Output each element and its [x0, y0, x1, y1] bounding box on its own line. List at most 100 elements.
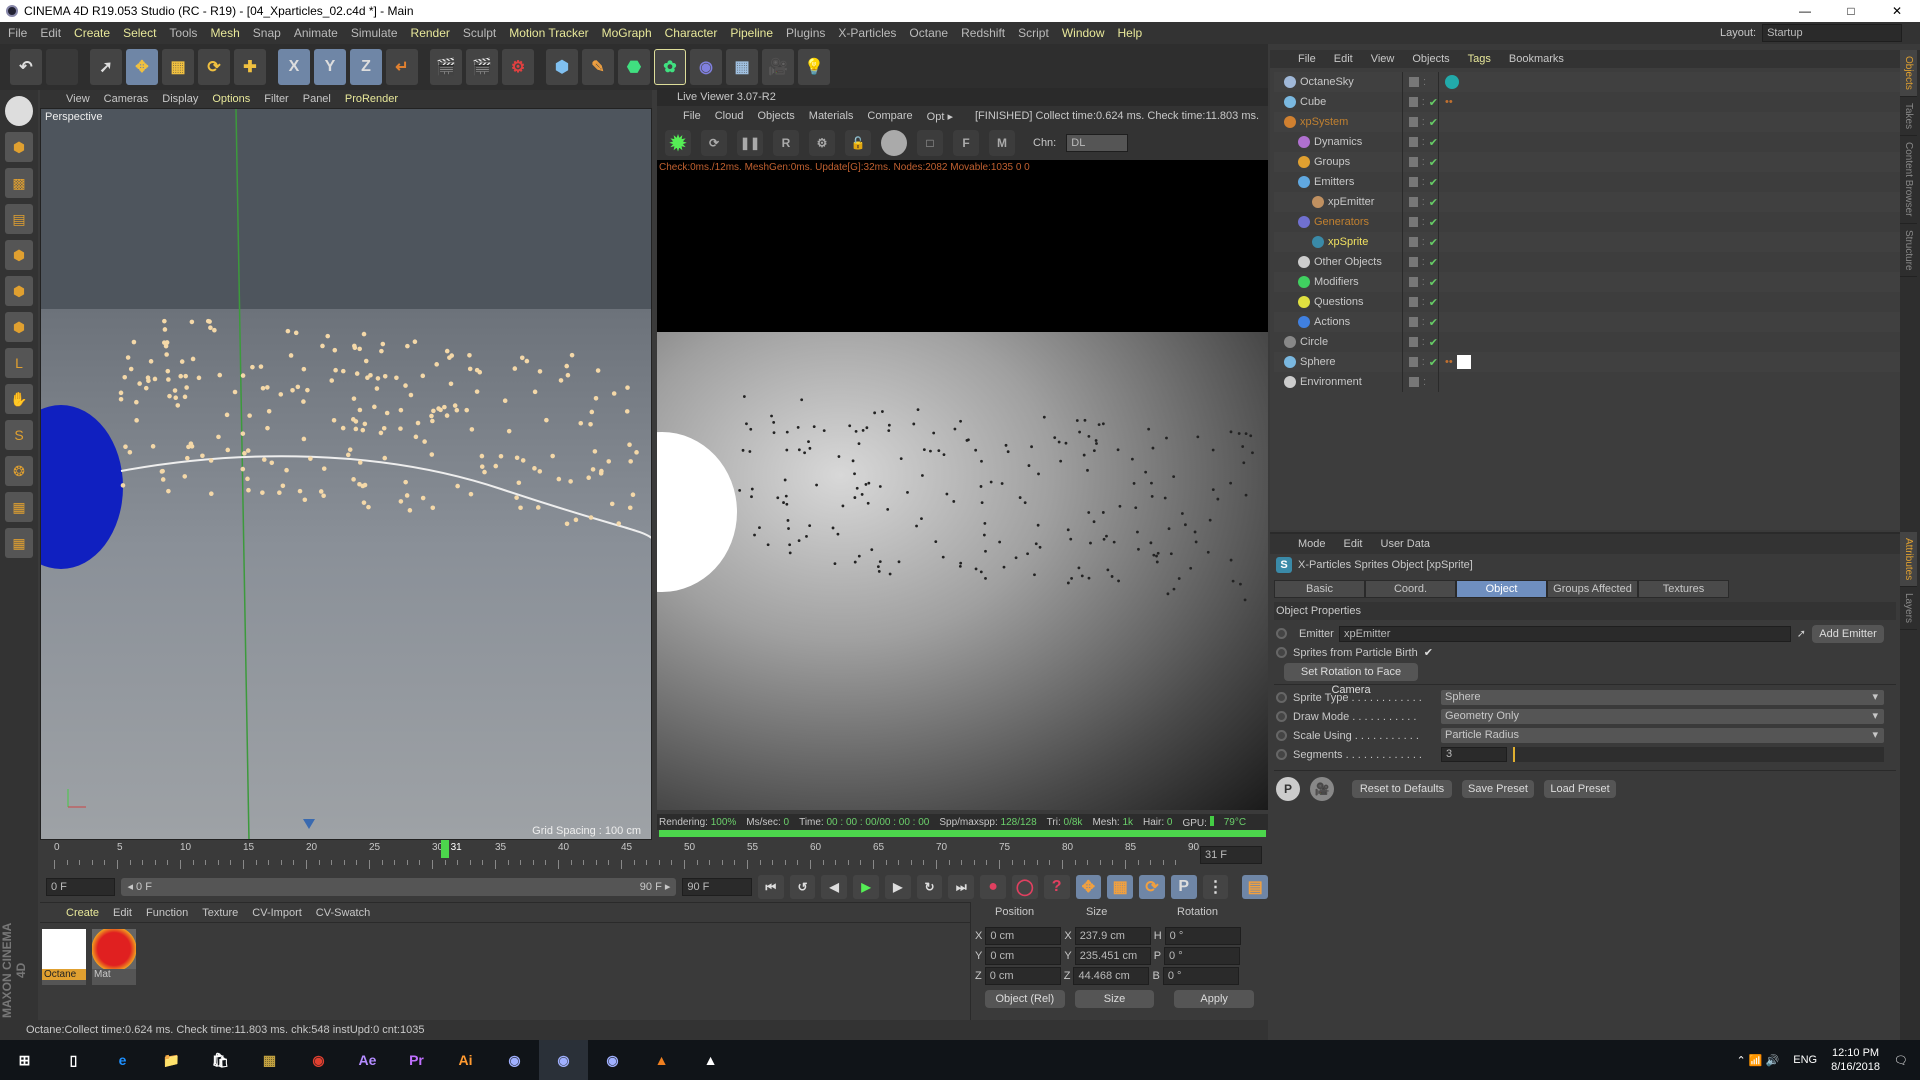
param-dropdown[interactable]: Particle Radius ▾ — [1441, 728, 1884, 743]
menu-animate[interactable]: Animate — [294, 26, 338, 40]
layer-icon[interactable] — [1409, 317, 1418, 327]
object-row-xpemitter[interactable]: xpEmitter: ✔ — [1274, 192, 1900, 212]
attribute-menu-item[interactable]: User Data — [1381, 538, 1431, 550]
object-row-emitters[interactable]: Emitters: ✔ — [1274, 172, 1900, 192]
viewport-menu-panel[interactable]: Panel — [303, 93, 331, 105]
param-dropdown[interactable]: Geometry Only ▾ — [1441, 709, 1884, 724]
enabled-check-icon[interactable]: ✔ — [1429, 316, 1438, 329]
key-position-icon[interactable]: ✥ — [1075, 875, 1102, 899]
layout-selector[interactable]: Layout: Startup — [1720, 22, 1903, 44]
channel-dropdown[interactable]: DL — [1066, 134, 1129, 152]
vlc-icon[interactable]: ▲ — [637, 1040, 686, 1080]
menu-file[interactable]: File — [8, 26, 27, 40]
param-animate-radio[interactable] — [1276, 692, 1287, 703]
visibility-dots-icon[interactable]: : — [1422, 156, 1425, 168]
visibility-dots-icon[interactable]: : — [1422, 256, 1425, 268]
viewport-menu-options[interactable]: Options — [212, 93, 250, 105]
segments-animate-radio[interactable] — [1276, 749, 1287, 760]
frame-range-slider[interactable]: ◂ 0 F 90 F ▸ — [121, 878, 677, 896]
select-arrow-icon[interactable]: ➚ — [90, 49, 122, 85]
key-pla-icon[interactable]: ⋮ — [1202, 875, 1229, 899]
close-button[interactable]: ✕ — [1874, 0, 1920, 22]
xparticles-video-icon[interactable]: 🎥 — [1310, 777, 1334, 801]
premiere-icon[interactable]: Pr — [392, 1040, 441, 1080]
object-row-modifiers[interactable]: Modifiers: ✔ — [1274, 272, 1900, 292]
key-scale-icon[interactable]: ▦ — [1107, 875, 1134, 899]
position-field[interactable]: 0 cm — [984, 967, 1061, 985]
live-viewer-menu-item[interactable]: Cloud — [715, 110, 744, 122]
enabled-check-icon[interactable]: ✔ — [1429, 296, 1438, 309]
snap-icon[interactable]: S — [5, 420, 33, 450]
param-animate-radio[interactable] — [1276, 730, 1287, 741]
visibility-dots-icon[interactable]: : — [1423, 376, 1426, 388]
tab-coord-[interactable]: Coord. — [1365, 580, 1456, 598]
layer-icon[interactable] — [1409, 117, 1418, 127]
object-row-environment[interactable]: Environment: — [1274, 372, 1900, 392]
object-row-actions[interactable]: Actions: ✔ — [1274, 312, 1900, 332]
xparticles-collider-tag-icon[interactable]: •• — [1445, 96, 1453, 108]
cinema4d-taskbar-icon-2[interactable]: ◉ — [588, 1040, 637, 1080]
visibility-dots-icon[interactable]: : — [1422, 136, 1425, 148]
size-field[interactable]: 44.468 cm — [1073, 967, 1150, 985]
keyframe-selection-icon[interactable]: ? — [1043, 875, 1070, 899]
tweak-icon[interactable]: ✋ — [5, 384, 33, 414]
windows-start-icon[interactable]: ⊞ — [0, 1040, 49, 1080]
visibility-dots-icon[interactable]: : — [1422, 236, 1425, 248]
material-menu-texture[interactable]: Texture — [202, 907, 238, 919]
menu-octane[interactable]: Octane — [909, 26, 948, 40]
menu-plugins[interactable]: Plugins — [786, 26, 825, 40]
menu-redshift[interactable]: Redshift — [961, 26, 1005, 40]
face-camera-button[interactable]: Set Rotation to Face Camera — [1284, 662, 1418, 696]
texture-mode-icon[interactable]: ▩ — [5, 168, 33, 198]
autokey-icon[interactable]: ◯ — [1011, 875, 1038, 899]
cinema4d-taskbar-icon[interactable]: ◉ — [490, 1040, 539, 1080]
redo-icon[interactable] — [46, 49, 78, 85]
play-icon[interactable]: ▶ — [853, 875, 879, 899]
edges-mode-icon[interactable]: ⬢ — [5, 276, 33, 306]
workplane-icon[interactable]: ▤ — [5, 204, 33, 234]
param-dropdown[interactable]: Sphere ▾ — [1441, 690, 1884, 705]
enabled-check-icon[interactable]: ✔ — [1429, 276, 1438, 289]
menu-window[interactable]: Window — [1062, 26, 1105, 40]
settings-gear-icon[interactable]: ⚙ — [809, 130, 835, 156]
side-tab-structure[interactable]: Structure — [1900, 224, 1917, 278]
layer-icon[interactable] — [1409, 157, 1418, 167]
birth-checkbox[interactable]: ✔ — [1424, 646, 1433, 659]
menu-x-particles[interactable]: X-Particles — [838, 26, 896, 40]
material-menu-function[interactable]: Function — [146, 907, 188, 919]
emitter-link-field[interactable]: xpEmitter — [1339, 625, 1791, 642]
render-view[interactable]: Check:0ms./12ms. MeshGen:0ms. Update[G]:… — [657, 160, 1268, 810]
task-view-icon[interactable]: ▯ — [49, 1040, 98, 1080]
enabled-check-icon[interactable]: ✔ — [1429, 176, 1438, 189]
menu-character[interactable]: Character — [665, 26, 718, 40]
live-viewer-menu-item[interactable]: Materials — [809, 110, 854, 122]
pen-icon[interactable]: ✎ — [582, 49, 614, 85]
previous-key-icon[interactable]: ↺ — [789, 875, 816, 899]
side-tab-takes[interactable]: Takes — [1900, 97, 1917, 137]
key-rotation-icon[interactable]: ⟳ — [1139, 875, 1165, 899]
enabled-check-icon[interactable]: ✔ — [1429, 216, 1438, 229]
axis-mode-icon[interactable]: L — [5, 348, 33, 378]
tab-groups-affected[interactable]: Groups Affected — [1547, 580, 1638, 598]
chrome-icon[interactable]: ◉ — [294, 1040, 343, 1080]
object-menu-objects[interactable]: Objects — [1412, 53, 1449, 65]
enabled-check-icon[interactable]: ✔ — [1429, 136, 1438, 149]
reset-defaults-button[interactable]: Reset to Defaults — [1352, 780, 1452, 798]
tab-object[interactable]: Object — [1456, 580, 1547, 598]
clock[interactable]: 12:10 PM 8/16/2018 — [1831, 1046, 1880, 1074]
menu-pipeline[interactable]: Pipeline — [730, 26, 773, 40]
live-viewer-menu-item[interactable]: File — [683, 110, 701, 122]
timeline-window-icon[interactable]: ▤ — [1242, 875, 1269, 899]
material-menu-cv-swatch[interactable]: CV-Swatch — [316, 907, 370, 919]
menu-script[interactable]: Script — [1018, 26, 1049, 40]
language-indicator[interactable]: ENG — [1793, 1054, 1817, 1066]
deformer-icon[interactable]: ◉ — [690, 49, 722, 85]
object-row-cube[interactable]: Cube: ✔ •• — [1274, 92, 1900, 112]
coordinate-system-icon[interactable]: ↵ — [386, 49, 418, 85]
layer-icon[interactable] — [1409, 197, 1418, 207]
menu-mograph[interactable]: MoGraph — [602, 26, 652, 40]
side-tab-layers[interactable]: Layers — [1900, 587, 1917, 631]
segments-slider[interactable] — [1513, 747, 1884, 762]
menu-snap[interactable]: Snap — [253, 26, 281, 40]
enabled-check-icon[interactable]: ✔ — [1429, 236, 1438, 249]
